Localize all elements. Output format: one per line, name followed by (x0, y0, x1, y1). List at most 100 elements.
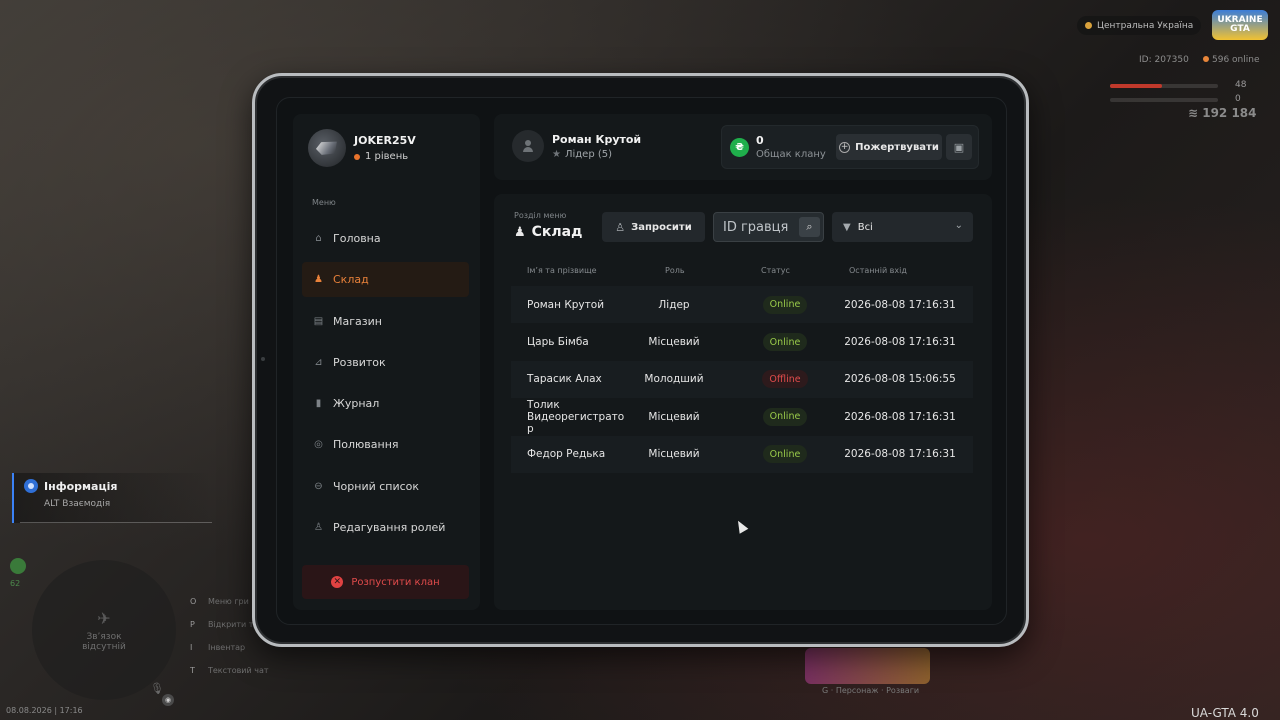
treasury-box: ₴ 0 Общак клану + Пожертвувати ▣ (721, 125, 979, 169)
info-subtitle: ALT Взаємодія (44, 499, 111, 509)
invite-button[interactable]: ♙ Запросити (602, 212, 705, 242)
sidebar-item-hunting[interactable]: ◎ Полювання (302, 427, 469, 462)
member-role: Місцевий (648, 336, 700, 349)
status-badge: Online (762, 295, 808, 314)
member-last-login: 2026-08-08 17:16:31 (844, 448, 956, 461)
armor-value: 0 (1235, 94, 1241, 104)
sidebar-item-label: Розвиток (333, 355, 386, 369)
storage-box-button[interactable]: ▣ (946, 134, 972, 160)
treasury-label: Общак клану (756, 149, 826, 160)
section-label: Розділ меню (514, 211, 567, 220)
status-badge: Online (762, 333, 808, 352)
status-badge: Offline (762, 370, 808, 389)
datetime: 08.08.2026 | 17:16 (6, 706, 83, 715)
leader-role: ★ Лідер (5) (552, 149, 641, 160)
health-indicator-icon (10, 558, 26, 574)
member-name: Царь Бімба (527, 336, 589, 349)
members-table: Роман Крутой Лідер Online 2026-08-08 17:… (511, 286, 973, 473)
member-status: Online (761, 436, 809, 473)
roles-icon: ♙ (314, 522, 323, 534)
member-last-login: 2026-08-08 17:16:31 (844, 336, 956, 349)
table-row[interactable]: Тарасик Алах Молодший Offline 2026-08-08… (511, 360, 973, 399)
level-dot-icon (354, 153, 360, 160)
members-panel: Розділ меню ♟ Склад ♙ Запросити ⌕ ▼ Всі … (494, 194, 992, 610)
minimap-text: Зв’язок відсутній (82, 631, 126, 652)
money-value: 192 184 (1202, 106, 1257, 120)
table-row[interactable]: Федор Редька Місцевий Online 2026-08-08 … (511, 435, 973, 473)
clan-header: Роман Крутой ★ Лідер (5) ₴ 0 Общак клану … (494, 114, 992, 180)
status-badge: Online (762, 407, 808, 426)
sidebar-item-warehouse[interactable]: ♟ Склад (302, 262, 469, 298)
archive-icon: ▣ (953, 140, 965, 154)
health-indicator-label: 62 (10, 579, 21, 588)
add-user-icon: ♙ (615, 220, 626, 234)
microphone-icon: 🎙 (150, 682, 164, 695)
tablet-screen: JOKER25V 1 рівень Меню ⌂ Головна ♟ Склад ▤… (276, 97, 1007, 625)
money-icon: ≋ (1188, 106, 1203, 120)
sidebar-item-shop[interactable]: ▤ Магазин (302, 304, 469, 339)
home-icon: ⌂ (315, 233, 322, 244)
table-row[interactable]: Царь Бімба Місцевий Online 2026-08-08 17… (511, 323, 973, 360)
filter-value: Всі (857, 221, 873, 233)
treasury-value: 0 (756, 134, 764, 147)
status-badge: Online (762, 445, 808, 464)
member-role: Місцевий (648, 410, 700, 423)
column-header-name: Ім’я та прізвище (527, 266, 597, 275)
star-icon: ★ (552, 148, 561, 160)
sidebar-item-edit-roles[interactable]: ♙ Редагування ролей (302, 510, 469, 545)
chart-icon: ⊿ (314, 356, 323, 368)
server-logo-text: UKRAINE GTA (1217, 15, 1263, 34)
member-last-login: 2026-08-08 15:06:55 (844, 373, 956, 386)
player-id: ID: 207350 (1139, 55, 1189, 65)
armor-bar (1110, 98, 1218, 102)
server-logo: UKRAINE GTA (1212, 10, 1268, 40)
hint-key: T (190, 666, 195, 675)
leader-avatar (512, 130, 544, 162)
column-header-role: Роль (665, 266, 685, 275)
member-status: Online (761, 323, 809, 360)
health-bar (1110, 84, 1218, 88)
profile[interactable]: JOKER25V 1 рівень (308, 129, 416, 167)
sidebar-item-home[interactable]: ⌂ Головна (302, 221, 469, 256)
health-value: 48 (1235, 80, 1247, 90)
journal-icon: ▮ (315, 398, 322, 410)
dissolve-clan-button[interactable]: ✕ Розпустити клан (302, 565, 469, 599)
search-icon: ⌕ (806, 220, 813, 233)
leader-info: Роман Крутой ★ Лідер (5) (512, 130, 641, 162)
sidebar-item-label: Чорний список (333, 479, 420, 493)
event-banner-label: G · Персонаж · Розваги (822, 686, 920, 695)
info-divider (20, 522, 212, 523)
hint-label: Меню гри (208, 597, 249, 606)
profile-level: 1 рівень (354, 151, 416, 162)
members-icon: ♟ (514, 224, 526, 240)
role-filter-dropdown[interactable]: ▼ Всі ⌄ (832, 212, 973, 242)
menu-title: Меню (312, 198, 336, 207)
table-row[interactable]: Роман Крутой Лідер Online 2026-08-08 17:… (511, 286, 973, 324)
sidebar-item-label: Склад (333, 273, 369, 287)
online-icon (1203, 56, 1209, 62)
table-row[interactable]: Толик Видеорегистрато р Місцевий Online … (511, 398, 973, 435)
leader-role-label: Лідер (5) (564, 148, 613, 160)
search-button[interactable]: ⌕ (799, 217, 820, 237)
member-role: Місцевий (648, 448, 700, 461)
sidebar-item-label: Редагування ролей (333, 521, 446, 535)
hint-key: I (190, 643, 193, 652)
info-title: Інформація (44, 479, 118, 493)
player-id-input[interactable] (714, 213, 798, 241)
close-circle-icon: ✕ (331, 576, 344, 588)
member-name: Тарасик Алах (527, 373, 602, 386)
sidebar-item-development[interactable]: ⊿ Розвиток (302, 345, 469, 380)
donate-button[interactable]: + Пожертвувати (836, 134, 942, 160)
key-hint: T Текстовий чат (190, 659, 285, 682)
no-signal-icon: ✈ (97, 608, 111, 628)
region-badge: Центральна Україна (1077, 16, 1201, 35)
sidebar-item-journal[interactable]: ▮ Журнал (302, 386, 469, 421)
invite-label: Запросити (631, 221, 692, 233)
profile-name: JOKER25V (354, 134, 416, 147)
page-title: ♟ Склад (514, 224, 582, 240)
member-last-login: 2026-08-08 17:16:31 (844, 410, 956, 423)
chevron-down-icon: ⌄ (954, 220, 963, 231)
sidebar-item-blacklist[interactable]: ⊖ Чорний список (302, 469, 469, 504)
region-icon (1085, 22, 1092, 29)
online-label: 596 online (1212, 55, 1260, 65)
